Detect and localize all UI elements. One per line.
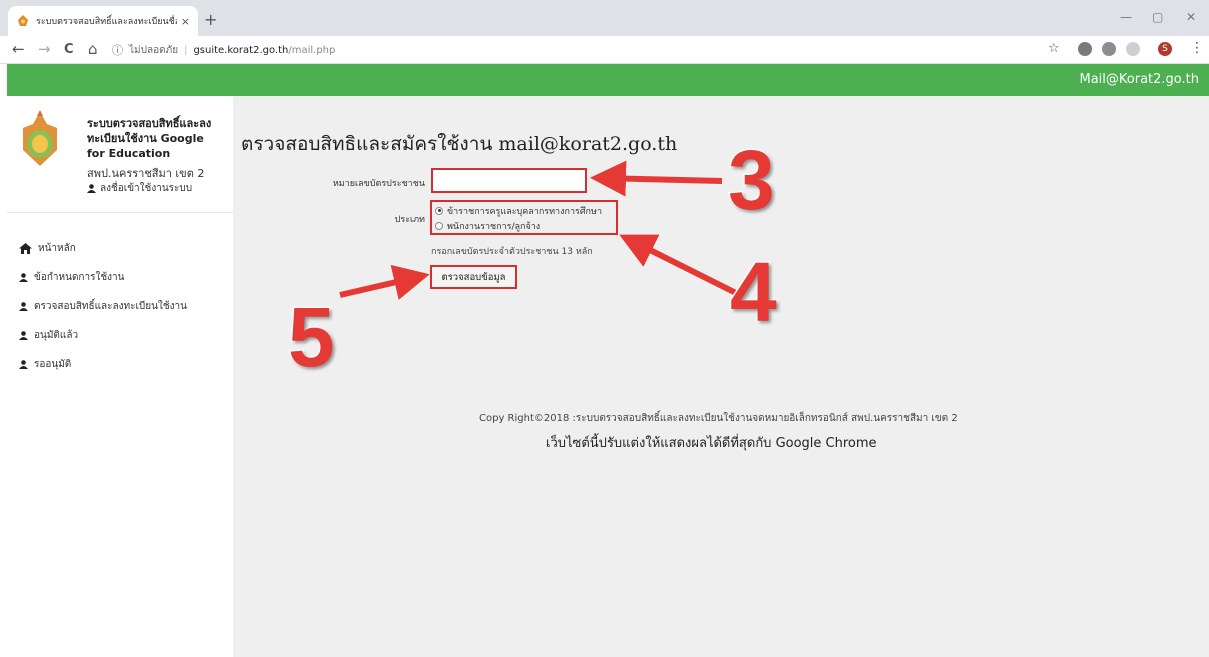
- url-host: gsuite.korat2.go.th: [193, 44, 289, 56]
- reload-icon[interactable]: C: [64, 42, 74, 57]
- sidebar-item-label: หน้าหลัก: [38, 243, 76, 254]
- browser-tab[interactable]: ระบบตรวจสอบสิทธิ์และลงทะเบียนชื่อใช้ ×: [8, 6, 198, 36]
- close-window-icon[interactable]: ✕: [1186, 10, 1196, 24]
- user-icon: [19, 360, 28, 369]
- sidebar-item-label: ข้อกำหนดการใช้งาน: [34, 272, 125, 283]
- sidebar-item-label: อนุมัติแล้ว: [34, 330, 79, 341]
- browser-tab-bar: ระบบตรวจสอบสิทธิ์และลงทะเบียนชื่อใช้ × +…: [0, 0, 1209, 36]
- site-favicon-icon: [18, 15, 28, 26]
- step-number-4: 4: [729, 245, 779, 339]
- footer-browser-note: เว็บไซต์นี้ปรับแต่งให้แสดงผลได้ดีที่สุดก…: [546, 436, 877, 451]
- extension-icon[interactable]: [1102, 42, 1116, 56]
- url-separator: |: [184, 44, 188, 56]
- browser-toolbar: ← → C ⌂ ⓘ ไม่ปลอดภัย | gsuite.korat2.go.…: [0, 36, 1209, 64]
- type-option-label: ข้าราชการครูและบุคลากรทางการศึกษา: [447, 206, 602, 217]
- url-path: /mail.php: [288, 44, 336, 56]
- sidebar-menu: หน้าหลัก ข้อกำหนดการใช้งาน ตรวจสอบสิทธิ์…: [19, 234, 187, 379]
- profile-avatar[interactable]: S: [1158, 42, 1172, 56]
- page-title: ตรวจสอบสิทธิและสมัครใช้งาน mail@korat2.g…: [241, 133, 678, 155]
- sidebar-item-terms[interactable]: ข้อกำหนดการใช้งาน: [19, 263, 187, 292]
- sidebar-item-home[interactable]: หน้าหลัก: [19, 234, 187, 263]
- user-icon: [19, 331, 28, 340]
- citizen-id-input[interactable]: [431, 168, 587, 193]
- login-label: ลงชื่อเข้าใช้งานระบบ: [100, 183, 193, 194]
- main-content: ตรวจสอบสิทธิและสมัครใช้งาน mail@korat2.g…: [233, 96, 1209, 657]
- check-data-button[interactable]: ตรวจสอบข้อมูล: [430, 265, 517, 289]
- radio-selected-icon[interactable]: [435, 206, 443, 215]
- tab-title: ระบบตรวจสอบสิทธิ์และลงทะเบียนชื่อใช้: [36, 17, 177, 27]
- new-tab-button[interactable]: +: [204, 10, 217, 29]
- type-option-teacher[interactable]: ข้าราชการครูและบุคลากรทางการศึกษา: [435, 203, 613, 218]
- site-brand[interactable]: Mail@Korat2.go.th: [1080, 72, 1200, 87]
- type-option-employee[interactable]: พนักงานราชการ/ลูกจ้าง: [435, 218, 613, 233]
- system-title: ระบบตรวจสอบสิทธิ์และลงทะเบียนใช้งาน Goog…: [87, 117, 212, 160]
- tab-close-icon[interactable]: ×: [181, 15, 190, 28]
- user-icon: [19, 302, 28, 311]
- system-subtitle: สพป.นครราชสีมา เขต 2: [87, 167, 205, 180]
- step-number-5: 5: [287, 290, 337, 384]
- sidebar-item-label: รออนุมัติ: [34, 359, 72, 370]
- sidebar-item-approved[interactable]: อนุมัติแล้ว: [19, 321, 187, 350]
- browser-menu-icon[interactable]: ⋮: [1190, 40, 1204, 56]
- extension-icon[interactable]: [1126, 42, 1140, 56]
- sidebar-divider: [7, 212, 233, 213]
- home-icon: [19, 243, 32, 254]
- extension-icon[interactable]: [1078, 42, 1092, 56]
- bookmark-star-icon[interactable]: ☆: [1048, 41, 1060, 56]
- forward-icon[interactable]: →: [38, 40, 51, 58]
- sidebar-item-check-register[interactable]: ตรวจสอบสิทธิ์และลงทะเบียนใช้งาน: [19, 292, 187, 321]
- login-link[interactable]: ลงชื่อเข้าใช้งานระบบ: [87, 181, 192, 196]
- home-icon[interactable]: ⌂: [88, 40, 98, 58]
- sidebar-item-label: ตรวจสอบสิทธิ์และลงทะเบียนใช้งาน: [34, 301, 187, 312]
- back-icon[interactable]: ←: [12, 40, 25, 58]
- id-hint: กรอกเลขบัตรประจำตัวประชาชน 13 หลัก: [431, 247, 593, 257]
- sidebar-item-pending[interactable]: รออนุมัติ: [19, 350, 187, 379]
- step-number-3: 3: [727, 133, 777, 227]
- minimize-icon[interactable]: —: [1120, 10, 1132, 24]
- user-icon: [87, 184, 96, 193]
- footer-copyright: Copy Right©2018 :ระบบตรวจสอบสิทธิ์และลงท…: [479, 413, 958, 424]
- id-label: หมายเลขบัตรประชาชน: [332, 179, 425, 189]
- type-radio-group: ข้าราชการครูและบุคลากรทางการศึกษา พนักงา…: [430, 200, 618, 235]
- site-header: Mail@Korat2.go.th: [7, 64, 1209, 96]
- user-icon: [19, 273, 28, 282]
- type-label: ประเภท: [394, 215, 425, 225]
- organization-logo: [23, 110, 57, 166]
- type-option-label: พนักงานราชการ/ลูกจ้าง: [447, 221, 541, 232]
- radio-unselected-icon[interactable]: [435, 221, 443, 230]
- maximize-icon[interactable]: ▢: [1152, 10, 1163, 24]
- address-bar[interactable]: ⓘ ไม่ปลอดภัย | gsuite.korat2.go.th /mail…: [112, 40, 1042, 60]
- info-icon[interactable]: ⓘ: [112, 42, 123, 58]
- sidebar: ระบบตรวจสอบสิทธิ์และลงทะเบียนใช้งาน Goog…: [7, 96, 233, 657]
- insecure-label: ไม่ปลอดภัย: [129, 44, 179, 56]
